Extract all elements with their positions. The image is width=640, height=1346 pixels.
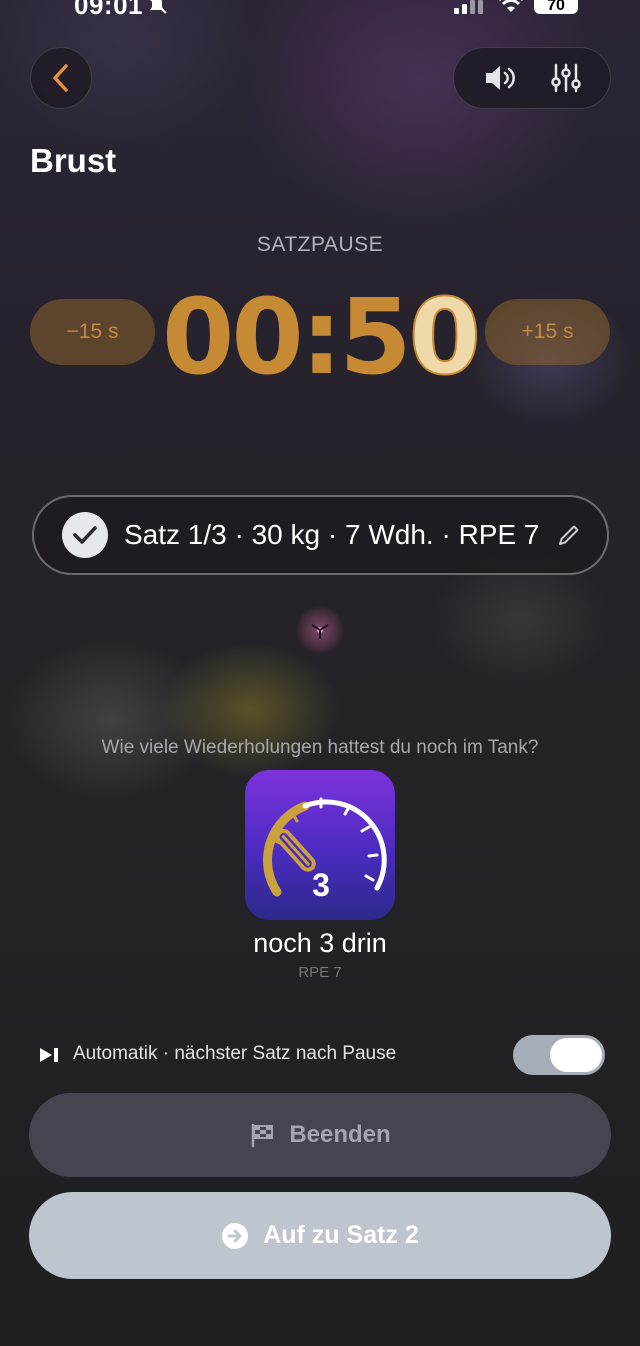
timer-last-digit: 0 (408, 275, 482, 399)
header-tools (453, 47, 611, 109)
checkered-flag-icon (252, 1123, 274, 1148)
minus-15s-button[interactable]: −15 s (30, 299, 155, 365)
chevron-left-icon (53, 64, 68, 92)
plus-15s-button[interactable]: +15 s (485, 299, 610, 365)
auto-toggle[interactable] (513, 1035, 605, 1075)
status-time: 09:01 (74, 0, 143, 20)
speaker-icon[interactable] (482, 63, 522, 93)
arrow-right-circle-icon (222, 1222, 249, 1249)
signal-icon (454, 0, 483, 14)
end-button[interactable]: Beenden (29, 1093, 611, 1177)
drag-handle-indicator[interactable] (296, 606, 344, 654)
gauge-number: 3 (312, 867, 330, 903)
skip-next-icon (40, 1048, 58, 1062)
sliders-icon[interactable] (550, 62, 582, 94)
countdown-timer: 00:50 (160, 275, 482, 399)
battery-indicator: 70 (534, 0, 578, 14)
toggle-knob (550, 1038, 602, 1072)
rir-title: noch 3 drin (253, 928, 387, 958)
bell-muted-icon (149, 0, 167, 14)
timer-label: SATZPAUSE (256, 233, 384, 256)
wifi-icon (499, 0, 523, 12)
check-icon (62, 512, 108, 558)
end-button-label: Beenden (289, 1121, 391, 1148)
rir-question: Wie viele Wiederholungen hattest du noch… (101, 737, 539, 758)
speedometer-icon: 3 (263, 797, 387, 903)
back-button[interactable] (30, 47, 92, 109)
set-summary-text: Satz 1/3 · 30 kg · 7 Wdh. · RPE 7 (124, 519, 540, 550)
rir-gauge-tile[interactable]: 3 (245, 770, 395, 920)
page-title: Brust (30, 142, 117, 179)
auto-label: Automatik · nächster Satz nach Pause (73, 1043, 397, 1064)
next-set-button-label: Auf zu Satz 2 (263, 1221, 419, 1249)
next-set-button[interactable]: Auf zu Satz 2 (29, 1192, 611, 1279)
rir-subtitle: RPE 7 (298, 964, 342, 981)
tri-spoke-icon (311, 624, 329, 639)
pencil-icon[interactable] (557, 523, 581, 547)
set-summary-pill[interactable]: Satz 1/3 · 30 kg · 7 Wdh. · RPE 7 (32, 495, 609, 575)
timer-main: 00:5 (161, 276, 412, 398)
